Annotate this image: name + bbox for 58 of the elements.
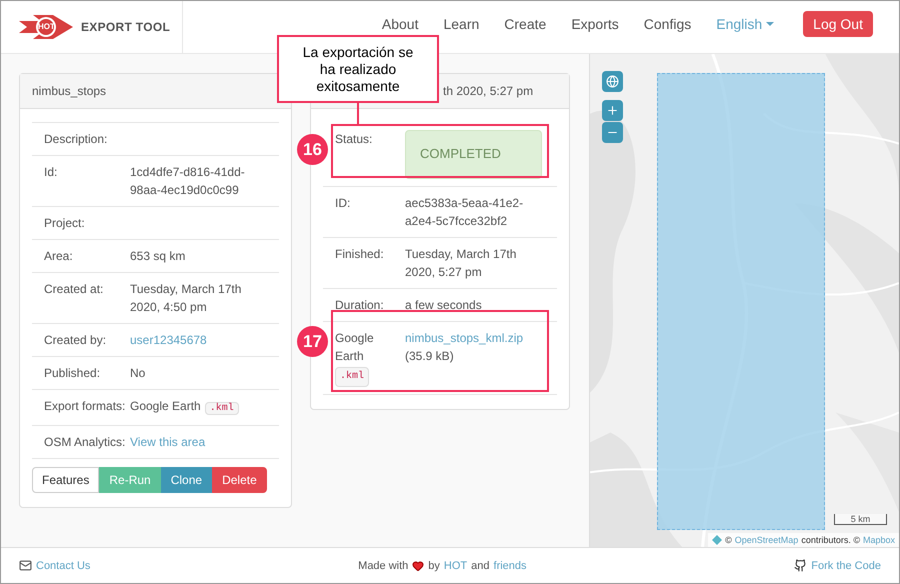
nav-link[interactable]: Exports bbox=[571, 15, 619, 33]
field-label: Finished: bbox=[335, 246, 384, 263]
field-label: Export formats: bbox=[44, 398, 126, 415]
action-button[interactable]: Delete bbox=[212, 467, 267, 493]
field-value: 653 sq km bbox=[130, 249, 186, 263]
nav-link[interactable]: Learn bbox=[443, 15, 480, 33]
field-label: Description: bbox=[44, 131, 108, 148]
scale-bar: 5 km bbox=[834, 514, 887, 525]
field-label: Google Earth bbox=[335, 330, 375, 365]
field-label: Area: bbox=[44, 248, 74, 265]
hot-link[interactable]: HOT bbox=[444, 556, 468, 574]
fork-link[interactable]: Fork the Code bbox=[794, 556, 881, 574]
nav-link[interactable]: About bbox=[382, 15, 418, 33]
nav-link[interactable]: Create bbox=[504, 15, 546, 33]
panel-title: th 2020, 5:27 pm bbox=[443, 84, 534, 98]
app-title: EXPORT TOOL bbox=[81, 19, 170, 36]
action-button[interactable]: Re-Run bbox=[99, 467, 161, 493]
action-button[interactable]: Clone bbox=[160, 467, 212, 493]
field-value: Tuesday, March 17th 2020, 5:27 pm bbox=[405, 247, 516, 279]
panel-title: nimbus_stops bbox=[32, 84, 106, 98]
field-label: Project: bbox=[44, 215, 86, 232]
mapbox-link[interactable]: Mapbox bbox=[862, 533, 895, 547]
attribution-text: © bbox=[725, 534, 732, 547]
logo-text: HOT bbox=[38, 21, 55, 33]
field-value: No bbox=[130, 366, 146, 380]
footer-text: and bbox=[471, 558, 490, 574]
field-link[interactable]: user12345678 bbox=[130, 333, 207, 347]
field-value: aec5383a-5eaa-41e2-a2e4-5c7fcce32bf2 bbox=[405, 196, 524, 228]
field-value: 1cd4dfe7-d816-41dd-98aa-4ec19d0c0c99 bbox=[130, 165, 245, 197]
friends-link[interactable]: friends bbox=[494, 556, 527, 574]
field-label: Duration: bbox=[335, 297, 384, 314]
nav-link[interactable]: Configs bbox=[644, 15, 692, 33]
logo-icon[interactable]: HOT bbox=[19, 15, 73, 39]
footer-text: by bbox=[428, 558, 440, 574]
field-value: Google Earth bbox=[130, 399, 201, 413]
field-label: OSM Analytics: bbox=[44, 434, 126, 451]
file-size: (35.9 kB) bbox=[405, 349, 454, 363]
callout-box: La exportación se ha realizado exitosamente bbox=[277, 35, 439, 103]
language-dropdown[interactable]: English bbox=[716, 15, 774, 33]
field-value: a few seconds bbox=[405, 298, 482, 312]
field-label: Published: bbox=[44, 365, 102, 382]
field-label: Id: bbox=[44, 164, 58, 181]
footer-text: Made with bbox=[358, 558, 408, 574]
field-label: ID: bbox=[335, 195, 350, 212]
osm-link[interactable]: OpenStreetMap bbox=[734, 533, 798, 547]
field-link[interactable]: View this area bbox=[130, 435, 206, 449]
field-label: Created at: bbox=[44, 281, 104, 298]
action-button[interactable]: Features bbox=[32, 467, 100, 493]
contact-link[interactable]: Contact Us bbox=[19, 556, 90, 574]
download-link[interactable]: nimbus_stops_kml.zip bbox=[405, 331, 524, 345]
attribution-text: contributors. © bbox=[801, 534, 860, 547]
format-tag: .kml bbox=[204, 402, 239, 415]
field-label: Status: bbox=[335, 131, 372, 148]
logout-button[interactable]: Log Out bbox=[803, 11, 873, 37]
field-label: Created by: bbox=[44, 332, 108, 349]
status-badge: COMPLETED bbox=[405, 130, 542, 179]
field-value: Tuesday, March 17th 2020, 4:50 pm bbox=[130, 282, 242, 314]
format-tag: .kml bbox=[335, 367, 370, 387]
